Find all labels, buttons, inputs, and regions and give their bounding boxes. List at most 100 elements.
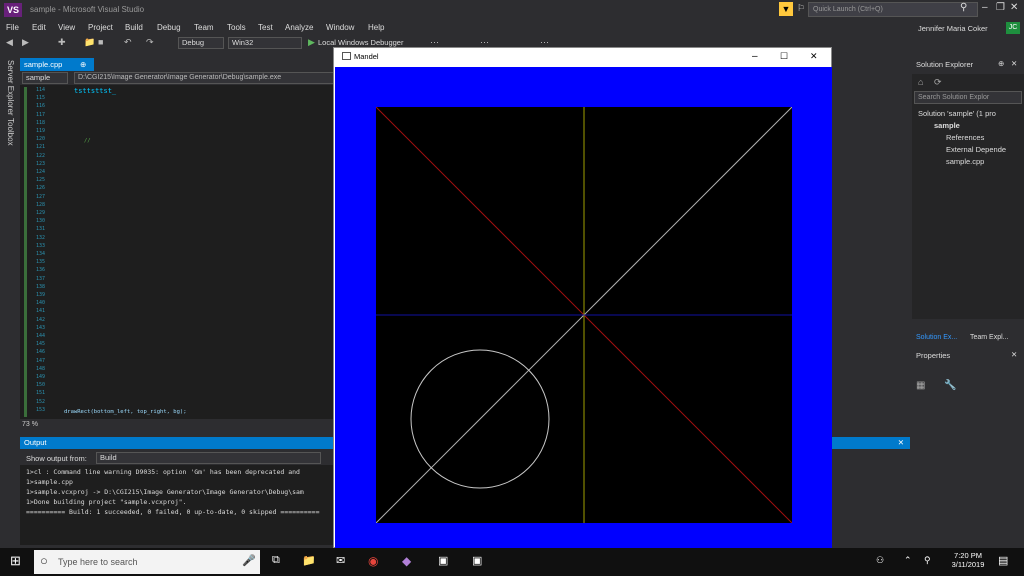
- zoom-level[interactable]: 73 %: [22, 421, 38, 428]
- notification-filter-icon[interactable]: ▼: [779, 2, 793, 16]
- wrench-icon[interactable]: 🔧: [944, 380, 956, 391]
- line-number: 152: [36, 398, 46, 405]
- minimize-icon[interactable]: –: [752, 51, 758, 62]
- mail-icon[interactable]: ✉: [336, 554, 345, 567]
- close-icon[interactable]: ✕: [898, 437, 904, 449]
- feedback-icon[interactable]: ⚐: [797, 3, 805, 14]
- line-number: 132: [36, 234, 46, 241]
- line-number: 126: [36, 185, 46, 192]
- taskbar-search-input[interactable]: Type here to search: [34, 550, 260, 574]
- line-number: 141: [36, 308, 46, 315]
- open-icon[interactable]: 📁: [84, 37, 95, 48]
- code-comment: //: [84, 138, 91, 144]
- close-icon[interactable]: ✕: [1011, 59, 1017, 68]
- menu-help[interactable]: Help: [368, 23, 384, 32]
- minimize-icon[interactable]: –: [982, 2, 988, 13]
- tab-solution-explorer[interactable]: Solution Ex...: [916, 334, 957, 341]
- line-number: 129: [36, 210, 46, 216]
- tree-sample-cpp[interactable]: sample.cpp: [946, 157, 984, 166]
- tree-references[interactable]: References: [946, 133, 984, 142]
- chrome-icon[interactable]: ◉: [368, 554, 378, 568]
- tree-external-dependencies[interactable]: External Depende: [946, 145, 1006, 154]
- project-scope-combo[interactable]: sample: [22, 72, 68, 84]
- start-debugging-icon[interactable]: ▶: [308, 37, 315, 48]
- menu-bar: File Edit View Project Build Debug Team …: [0, 20, 1024, 36]
- console-path-combo[interactable]: D:\CGI215\Image Generator\Image Generato…: [74, 72, 334, 84]
- menu-window[interactable]: Window: [326, 23, 354, 32]
- chevron-up-icon[interactable]: ⌃: [904, 555, 912, 566]
- pin-icon[interactable]: ⊕: [80, 58, 86, 71]
- account-avatar[interactable]: JC: [1006, 22, 1020, 34]
- line-number: 135: [36, 259, 46, 266]
- cortana-icon[interactable]: ○: [40, 553, 48, 568]
- line-number: 123: [36, 160, 46, 167]
- menu-build[interactable]: Build: [125, 23, 143, 32]
- line-number: 148: [36, 365, 46, 372]
- people-icon[interactable]: ⚇: [876, 555, 884, 566]
- server-explorer-tab[interactable]: Server Explorer: [6, 60, 15, 116]
- save-icon[interactable]: ■: [98, 37, 103, 47]
- menu-test[interactable]: Test: [258, 23, 273, 32]
- visual-studio-icon[interactable]: ◆: [402, 554, 411, 568]
- output-line: 1>sample.cpp: [26, 478, 73, 486]
- line-number: 122: [36, 152, 46, 159]
- menu-team[interactable]: Team: [194, 23, 214, 32]
- menu-tools[interactable]: Tools: [227, 23, 246, 32]
- solution-explorer-title: Solution Explorer: [916, 60, 974, 69]
- platform-select[interactable]: Win32: [228, 37, 302, 49]
- clock[interactable]: 7:20 PM 3/11/2019: [944, 551, 992, 569]
- line-number: 124: [36, 169, 46, 175]
- search-icon[interactable]: ⚲: [960, 2, 967, 13]
- task-view-icon[interactable]: ⧉: [272, 554, 280, 567]
- menu-edit[interactable]: Edit: [32, 23, 46, 32]
- windows-start-icon[interactable]: ⊞: [10, 553, 21, 569]
- restore-icon[interactable]: ❐: [996, 2, 1005, 13]
- notifications-icon[interactable]: ▤: [998, 554, 1008, 567]
- mandel-window-icon[interactable]: ▣: [472, 554, 482, 567]
- undo-icon[interactable]: ↶: [124, 37, 132, 48]
- account-name[interactable]: Jennifer Maria Coker: [918, 24, 988, 33]
- toolbox-tab[interactable]: Toolbox: [6, 118, 15, 146]
- back-icon[interactable]: ◀: [6, 37, 13, 48]
- close-icon[interactable]: ✕: [810, 51, 818, 62]
- clock-date: 3/11/2019: [951, 560, 985, 569]
- tool-window-strip: Server Explorer Toolbox: [0, 56, 20, 436]
- new-project-icon[interactable]: ✚: [58, 37, 66, 48]
- line-number: 153: [36, 406, 46, 413]
- code-editor[interactable]: 114 115 116 117 118 119 120 121 122 123 124 125 126 1…: [20, 85, 334, 419]
- forward-icon[interactable]: ▶: [22, 37, 29, 48]
- mandel-window[interactable]: Mandel – ☐ ✕: [333, 47, 832, 549]
- menu-view[interactable]: View: [58, 23, 75, 32]
- tree-project[interactable]: sample: [934, 121, 960, 130]
- sync-icon[interactable]: ⟳: [934, 77, 942, 88]
- solution-search-input[interactable]: Search Solution Explor: [914, 91, 1022, 104]
- pin-icon[interactable]: ⊕: [998, 59, 1004, 68]
- file-explorer-icon[interactable]: 📁: [302, 554, 316, 567]
- output-source-select[interactable]: Build: [96, 452, 321, 464]
- configuration-select[interactable]: Debug: [178, 37, 224, 49]
- tree-solution[interactable]: Solution 'sample' (1 pro: [918, 109, 996, 118]
- menu-project[interactable]: Project: [88, 23, 113, 32]
- microphone-icon[interactable]: 🎤: [242, 554, 256, 567]
- redo-icon[interactable]: ↷: [146, 37, 154, 48]
- console-output-text: tsttsttst_: [74, 87, 117, 95]
- vs-logo-icon: VS: [4, 3, 22, 17]
- menu-file[interactable]: File: [6, 23, 19, 32]
- output-text[interactable]: 1>cl : Command line warning D9035: optio…: [20, 465, 334, 545]
- console-window-icon[interactable]: ▣: [438, 554, 448, 567]
- line-number: 117: [36, 111, 46, 118]
- close-icon[interactable]: ✕: [1011, 350, 1017, 359]
- network-icon[interactable]: ⚲: [924, 555, 931, 566]
- tab-team-explorer[interactable]: Team Expl...: [970, 334, 1009, 341]
- menu-debug[interactable]: Debug: [157, 23, 181, 32]
- home-icon[interactable]: ⌂: [918, 77, 923, 87]
- line-number: 137: [36, 275, 46, 282]
- line-number: 140: [36, 300, 46, 307]
- tab-sample-cpp[interactable]: sample.cpp ⊕: [20, 58, 94, 71]
- properties-grid-icon[interactable]: ▦: [916, 380, 925, 391]
- quick-launch-input[interactable]: Quick Launch (Ctrl+Q): [808, 2, 978, 17]
- menu-analyze[interactable]: Analyze: [285, 23, 313, 32]
- debugger-button[interactable]: Local Windows Debugger: [318, 38, 403, 47]
- maximize-icon[interactable]: ☐: [780, 51, 788, 62]
- close-icon[interactable]: ✕: [1010, 2, 1018, 13]
